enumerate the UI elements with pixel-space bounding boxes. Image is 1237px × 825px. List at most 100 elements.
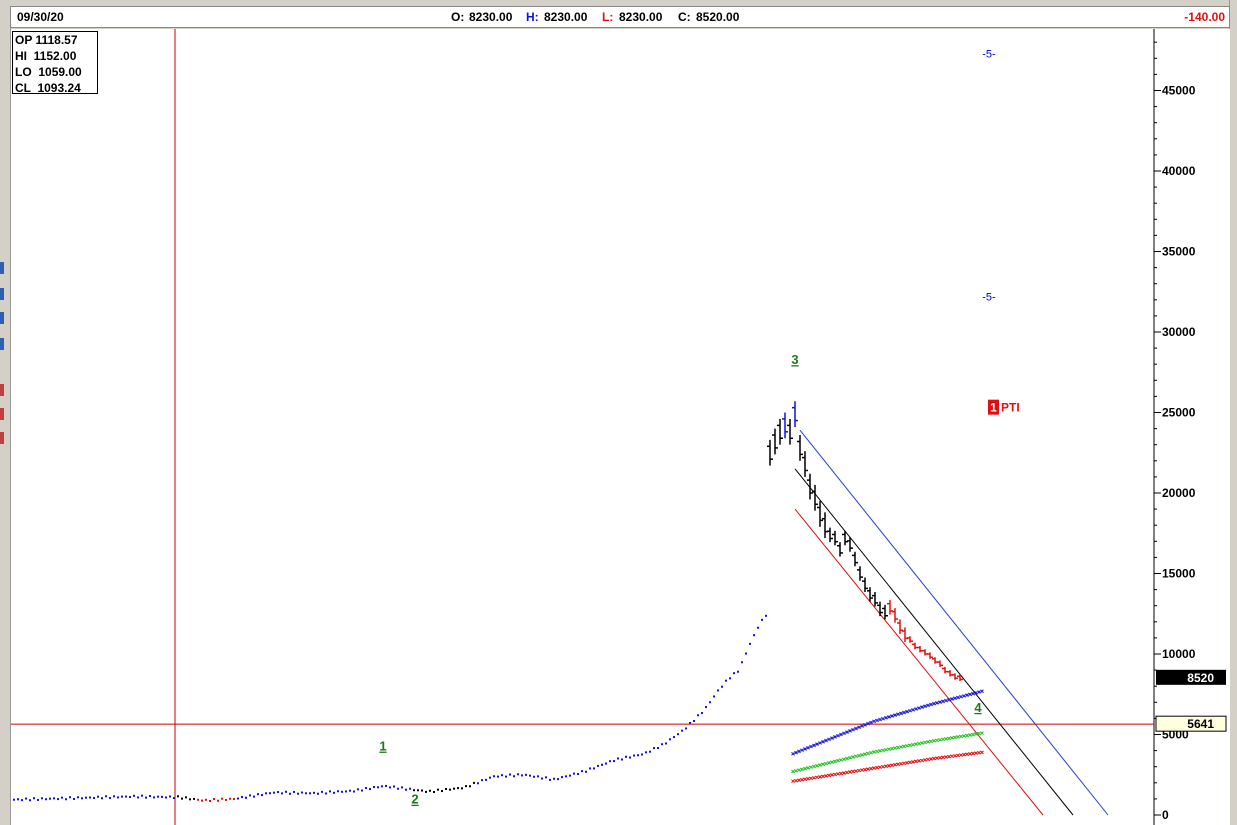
price-dot <box>533 775 535 778</box>
price-dot <box>729 677 731 680</box>
price-dot <box>621 758 623 761</box>
price-dot <box>513 775 515 778</box>
price-chart[interactable]: 0500010000150002000025000300003500040000… <box>11 29 1230 825</box>
price-dot <box>85 796 87 799</box>
price-dot <box>325 792 327 795</box>
price-dot <box>365 786 367 789</box>
price-dot <box>57 798 59 801</box>
price-dot <box>29 799 31 802</box>
toolbar-marker[interactable] <box>0 262 4 274</box>
price-dot <box>373 786 375 789</box>
price-dot <box>221 797 223 800</box>
axis-tick-label: 25000 <box>1162 406 1196 420</box>
price-dot <box>389 786 391 789</box>
header-close-label: C: <box>678 10 691 24</box>
price-dot <box>485 778 487 781</box>
price-dot <box>505 775 507 778</box>
price-dot <box>301 791 303 794</box>
price-dot <box>209 800 211 803</box>
wave-label: 1 <box>379 739 386 754</box>
axis-tick-label: 15000 <box>1162 567 1196 581</box>
price-dot <box>257 793 259 796</box>
price-dot <box>765 614 767 617</box>
price-dot <box>309 792 311 795</box>
price-dot <box>429 789 431 792</box>
price-dot <box>757 626 759 629</box>
price-dot <box>245 796 247 799</box>
price-dot <box>593 767 595 770</box>
price-dot <box>457 787 459 790</box>
header-open-label: O: <box>451 10 465 24</box>
hi-value: 1152.00 <box>33 49 77 63</box>
price-dot <box>529 774 531 777</box>
price-dot <box>37 798 39 801</box>
header-open-value: 8230.00 <box>469 10 513 24</box>
price-dot <box>629 756 631 759</box>
price-dot <box>97 795 99 798</box>
price-dot <box>49 797 51 800</box>
price-dot <box>501 774 503 777</box>
price-dot <box>205 798 207 801</box>
hi-label: HI <box>15 49 27 63</box>
price-dot <box>517 773 519 776</box>
price-dot <box>69 796 71 799</box>
price-dot <box>173 797 175 800</box>
price-dot <box>349 789 351 792</box>
axis-tick-label: 10000 <box>1162 647 1196 661</box>
price-dot <box>193 797 195 800</box>
price-dot <box>233 797 235 800</box>
price-dot <box>473 781 475 784</box>
price-dot <box>293 790 295 793</box>
price-dot <box>737 670 739 673</box>
toolbar-marker[interactable] <box>0 288 4 300</box>
toolbar-marker[interactable] <box>0 338 4 350</box>
price-dot <box>745 652 747 655</box>
price-dot <box>665 742 667 745</box>
price-dot <box>13 798 15 801</box>
price-dot <box>625 755 627 758</box>
price-dot <box>761 618 763 621</box>
price-dot <box>421 789 423 792</box>
toolbar-marker[interactable] <box>0 432 4 444</box>
right-scrollbar[interactable] <box>1229 0 1237 825</box>
plot-background <box>11 29 1230 825</box>
price-dot <box>21 799 23 802</box>
price-dot <box>153 796 155 799</box>
price-dot <box>433 791 435 794</box>
ohlc-header: 09/30/20 O: 8230.00 H: 8230.00 L: 8230.0… <box>10 6 1230 28</box>
wave-label: 4 <box>974 700 982 715</box>
header-high-value: 8230.00 <box>544 10 588 24</box>
price-dot <box>17 798 19 801</box>
price-dot <box>225 798 227 801</box>
header-high-label: H: <box>526 10 539 24</box>
price-dot <box>685 727 687 730</box>
price-dot <box>445 788 447 791</box>
price-dot <box>705 706 707 709</box>
price-dot <box>449 788 451 791</box>
pti-number: 1 <box>990 401 997 415</box>
price-dot <box>477 782 479 785</box>
price-dot <box>249 794 251 797</box>
price-dot <box>605 762 607 765</box>
price-dot <box>549 778 551 781</box>
price-dot <box>453 787 455 790</box>
price-dot <box>509 773 511 776</box>
price-dot <box>497 775 499 778</box>
toolbar-marker[interactable] <box>0 312 4 324</box>
price-dot <box>53 797 55 800</box>
price-dot <box>405 788 407 791</box>
price-dot <box>353 790 355 793</box>
price-dot <box>677 733 679 736</box>
price-dot <box>277 791 279 794</box>
price-dot <box>121 795 123 798</box>
price-dot <box>381 785 383 788</box>
toolbar-marker[interactable] <box>0 408 4 420</box>
toolbar-marker[interactable] <box>0 384 4 396</box>
price-dot <box>265 792 267 795</box>
price-dot <box>361 789 363 792</box>
price-dot <box>105 795 107 798</box>
price-dot <box>157 795 159 798</box>
price-dot <box>313 791 315 794</box>
cl-value: 1093.24 <box>37 81 81 95</box>
price-dot <box>693 719 695 722</box>
